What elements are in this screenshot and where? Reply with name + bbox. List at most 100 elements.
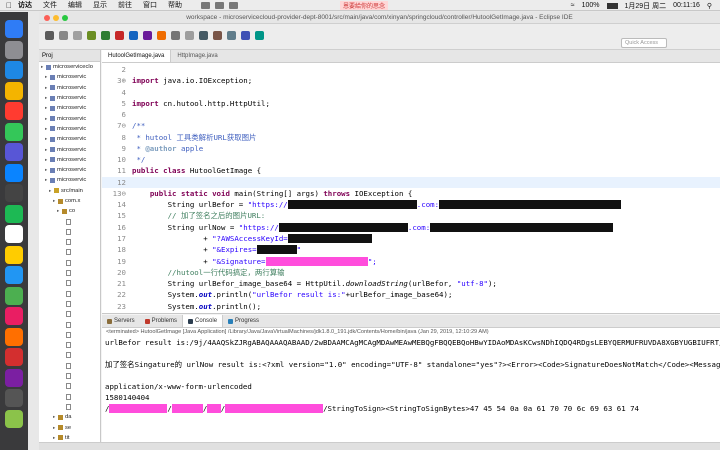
dock-app-icon[interactable] (5, 163, 23, 182)
toolbar-button-icon[interactable] (115, 31, 124, 40)
console-tab[interactable]: Servers (102, 315, 140, 327)
dock-app-icon[interactable] (5, 266, 23, 284)
tree-item[interactable]: ▸ microservic (39, 165, 100, 175)
menu-item[interactable]: 编辑 (68, 0, 82, 10)
dock-app-icon[interactable] (5, 61, 23, 79)
tree-item[interactable] (39, 289, 100, 299)
tree-item[interactable]: ▸ microserviceclo (39, 62, 100, 72)
toolbar-button-icon[interactable] (157, 31, 166, 40)
dock-app-icon[interactable] (5, 184, 23, 202)
tree-item[interactable] (39, 361, 100, 371)
dock-app-icon[interactable] (5, 204, 23, 223)
tree-item[interactable] (39, 268, 100, 278)
tree-item[interactable] (39, 309, 100, 319)
toolbar-button-icon[interactable] (59, 31, 68, 40)
status-icon[interactable] (229, 1, 238, 9)
editor-tab[interactable]: HutoolGetImage.java (102, 50, 172, 62)
toolbar-button-icon[interactable] (143, 31, 152, 40)
dock-app-icon[interactable] (5, 348, 23, 366)
dock-app-icon[interactable] (5, 389, 23, 407)
tree-item[interactable]: ▸ microservic (39, 144, 100, 154)
tree-item[interactable]: ▸ com.x (39, 196, 100, 206)
dock-app-icon[interactable] (5, 143, 23, 161)
menu-item[interactable]: 前往 (118, 0, 132, 10)
tree-item[interactable]: ▸ co (39, 206, 100, 216)
toolbar-button-icon[interactable] (199, 31, 208, 40)
tree-item[interactable]: ▸ microservic (39, 113, 100, 123)
toolbar-button-icon[interactable] (171, 31, 180, 40)
clock-label[interactable]: 00:11:16 (673, 2, 700, 9)
dock-app-icon[interactable] (5, 102, 23, 120)
tree-item[interactable] (39, 402, 100, 412)
apple-logo-icon[interactable]:  (0, 1, 18, 10)
minimize-window-icon[interactable] (53, 15, 59, 21)
tree-item[interactable]: ▸ tit (39, 433, 100, 442)
menu-item[interactable]: 文件 (43, 0, 57, 10)
tree-item[interactable]: ▸ microservic (39, 93, 100, 103)
console-tab[interactable]: Progress (223, 315, 264, 327)
dock-app-icon[interactable] (5, 20, 23, 38)
search-icon[interactable]: ⚲ (707, 2, 712, 10)
status-icon[interactable] (215, 1, 224, 9)
tree-item[interactable]: ▸ microservic (39, 72, 100, 82)
tree-item[interactable] (39, 381, 100, 391)
tree-item[interactable] (39, 216, 100, 226)
dock-app-icon[interactable] (5, 368, 23, 387)
code-area[interactable]: 2 3⊕ import java.io.IOException; 4 5 import c… (102, 64, 720, 314)
toolbar-button-icon[interactable] (213, 31, 222, 40)
tree-item[interactable]: ▸ microservic (39, 83, 100, 93)
tree-item[interactable] (39, 340, 100, 350)
status-icon[interactable] (201, 1, 210, 9)
console-output[interactable]: urlBefor result is:/9j/4AAQSkZJRgABAQAAA… (102, 337, 720, 414)
tree-item[interactable] (39, 258, 100, 268)
tree-item[interactable] (39, 330, 100, 340)
dock-app-icon[interactable] (5, 245, 23, 264)
tree-item[interactable] (39, 371, 100, 381)
toolbar-button-icon[interactable] (101, 31, 110, 40)
tree-item[interactable]: ▸ src/main (39, 186, 100, 196)
tree-item[interactable] (39, 227, 100, 237)
tree-item[interactable]: ▸ microservic (39, 134, 100, 144)
console-tab[interactable]: Problems (140, 315, 182, 327)
toolbar-button-icon[interactable] (241, 31, 250, 40)
tree-item[interactable] (39, 247, 100, 257)
tree-item[interactable]: ▸ microservic (39, 175, 100, 185)
dock-app-icon[interactable] (5, 122, 23, 141)
dock-app-icon[interactable] (5, 327, 23, 346)
battery-icon[interactable] (606, 2, 618, 9)
package-explorer-tab[interactable]: Proj (39, 50, 100, 62)
toolbar-button-icon[interactable] (255, 31, 264, 40)
dock-app-icon[interactable] (5, 225, 23, 243)
tree-item[interactable] (39, 278, 100, 288)
maximize-window-icon[interactable] (62, 15, 68, 21)
tree-item[interactable] (39, 392, 100, 402)
menu-item[interactable]: 显示 (93, 0, 107, 10)
toolbar-button-icon[interactable] (227, 31, 236, 40)
toolbar-button-icon[interactable] (129, 31, 138, 40)
menubar-notification[interactable]: 恩要給你的思念 (340, 1, 389, 10)
wifi-icon[interactable]: ≈ (571, 2, 575, 9)
menu-item[interactable]: 窗口 (143, 0, 157, 10)
dock-app-icon[interactable] (5, 40, 23, 59)
menu-item[interactable]: 访达 (18, 0, 32, 10)
dock-app-icon[interactable] (5, 409, 23, 428)
date-label[interactable]: 1月29日 周二 (625, 1, 667, 11)
quick-access-input[interactable]: Quick Access (621, 38, 667, 48)
close-window-icon[interactable] (44, 15, 50, 21)
toolbar-button-icon[interactable] (73, 31, 82, 40)
tree-item[interactable]: ▸ microservic (39, 155, 100, 165)
dock-app-icon[interactable] (5, 307, 23, 325)
editor-tab[interactable]: HttpImage.java (171, 50, 223, 62)
tree-item[interactable] (39, 237, 100, 247)
tree-item[interactable]: ▸ microservic (39, 124, 100, 134)
toolbar-button-icon[interactable] (87, 31, 96, 40)
dock-app-icon[interactable] (5, 286, 23, 305)
toolbar-button-icon[interactable] (185, 31, 194, 40)
dock-app-icon[interactable] (5, 81, 23, 100)
tree-item[interactable]: ▸ da (39, 412, 100, 422)
tree-item[interactable] (39, 319, 100, 329)
tree-item[interactable] (39, 299, 100, 309)
console-tab[interactable]: Console (182, 315, 224, 327)
toolbar-button-icon[interactable] (45, 31, 54, 40)
tree-item[interactable]: ▸ microservic (39, 103, 100, 113)
